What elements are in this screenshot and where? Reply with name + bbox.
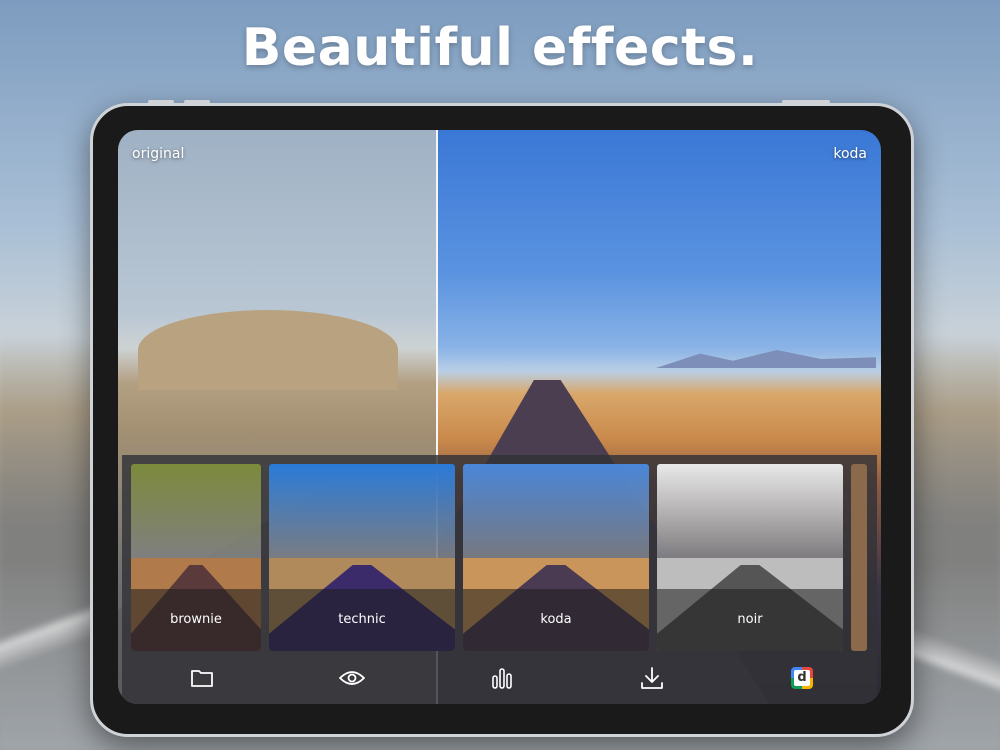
filter-next-partial[interactable] <box>851 464 867 651</box>
filter-label: koda <box>540 612 572 627</box>
hill <box>138 310 398 390</box>
filter-panel: brownie technic koda noir d <box>122 455 877 704</box>
headline: Beautiful effects. <box>241 18 759 78</box>
eye-icon[interactable] <box>336 662 368 694</box>
filter-technic[interactable]: technic <box>269 464 455 651</box>
filter-noir[interactable]: noir <box>657 464 843 651</box>
filter-label: technic <box>338 612 386 627</box>
app-logo-badge: d <box>791 667 813 689</box>
folder-icon[interactable] <box>186 662 218 694</box>
original-label: original <box>132 146 185 162</box>
thumb-sky <box>463 464 649 562</box>
bottom-toolbar: d <box>122 652 877 704</box>
thumb-sky <box>269 464 455 562</box>
histogram-icon[interactable] <box>486 662 518 694</box>
thumb-sky <box>657 464 843 562</box>
thumb-sky <box>131 464 261 562</box>
filter-label: noir <box>737 612 763 627</box>
app-logo-icon[interactable]: d <box>786 662 818 694</box>
power-button <box>782 100 830 104</box>
mountains <box>656 350 876 368</box>
volume-button <box>148 100 174 104</box>
filter-koda[interactable]: koda <box>463 464 649 651</box>
download-icon[interactable] <box>636 662 668 694</box>
app-logo-letter: d <box>794 670 810 686</box>
effect-label: koda <box>833 146 867 162</box>
filter-brownie[interactable]: brownie <box>131 464 261 651</box>
filter-label: brownie <box>170 612 222 627</box>
app-screen: original koda brownie technic koda noir … <box>118 130 881 704</box>
volume-button <box>184 100 210 104</box>
